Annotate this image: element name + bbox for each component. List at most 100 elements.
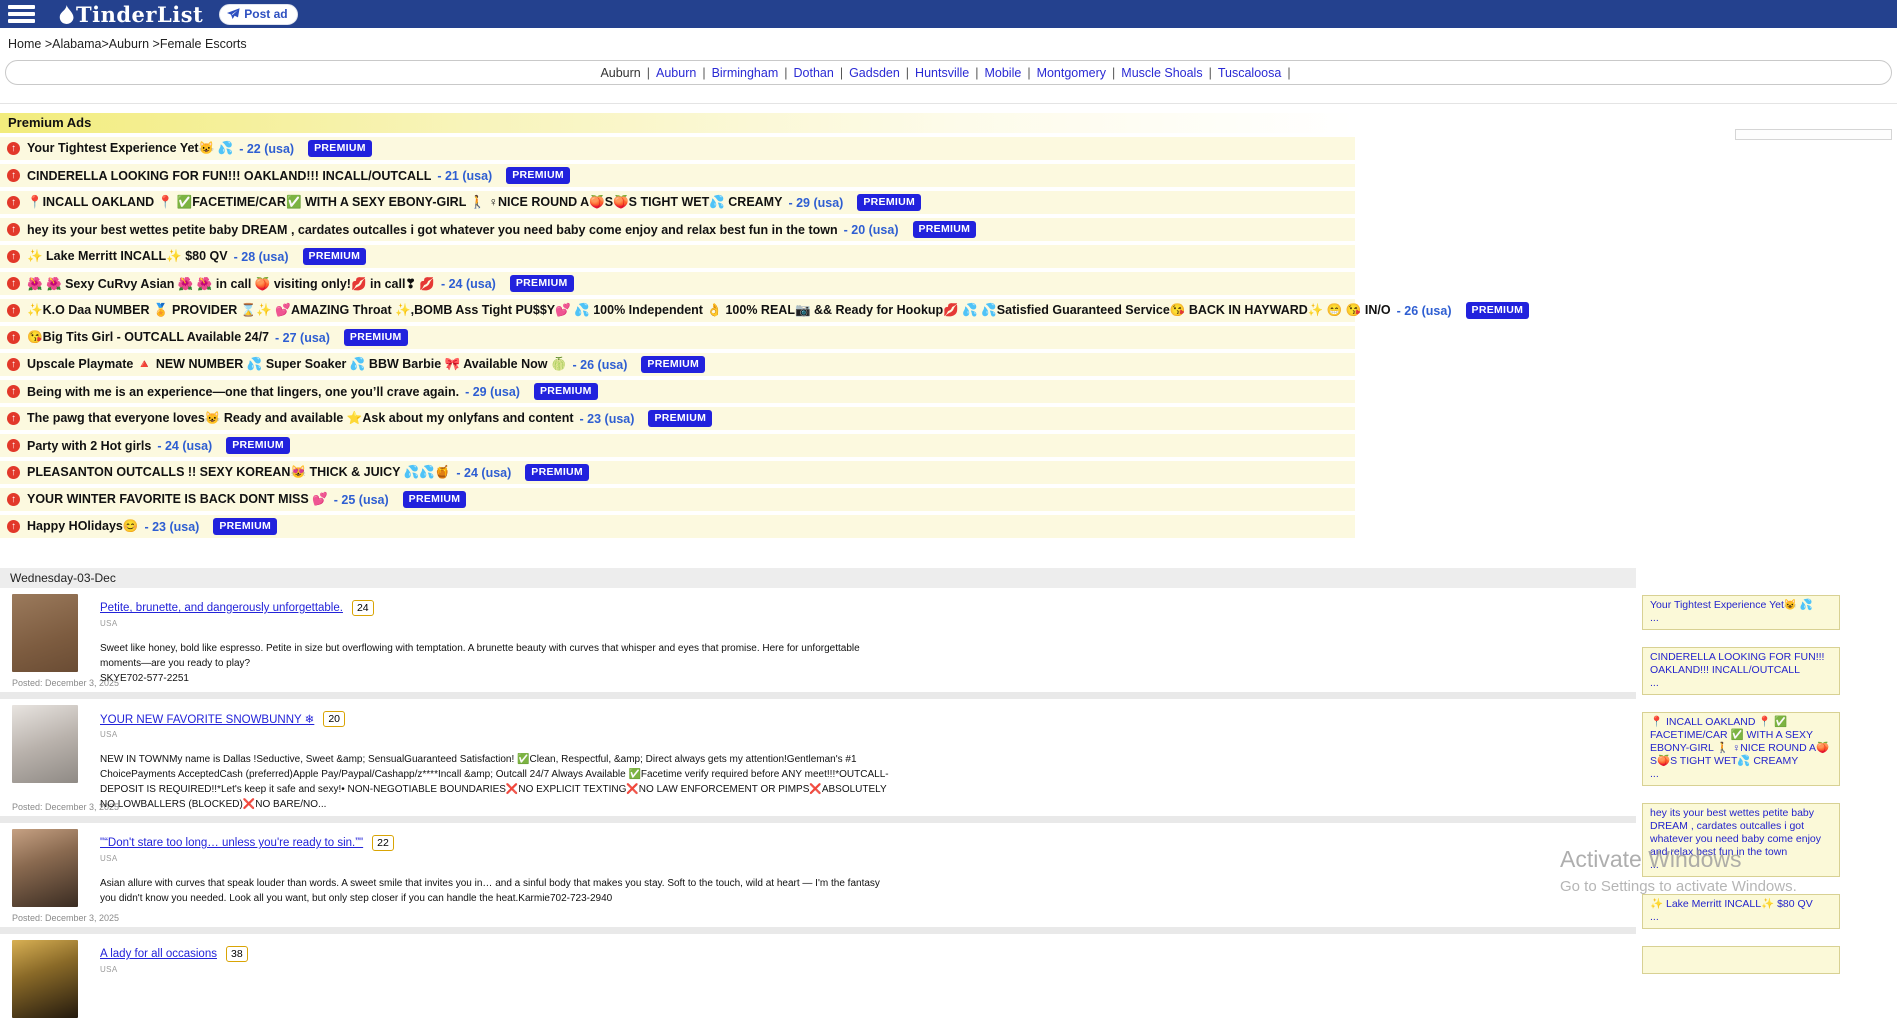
- listing-title-link[interactable]: A lady for all occasions: [100, 948, 217, 960]
- arrow-up-icon: ↑: [7, 277, 20, 290]
- sidebar-ad-box[interactable]: ✨ Lake Merritt INCALL✨ $80 QV ...: [1642, 894, 1840, 929]
- site-logo[interactable]: TinderList: [59, 2, 203, 27]
- listings-section: Posted: December 3, 2025 Petite, brunett…: [0, 588, 1636, 1018]
- premium-ad-row[interactable]: ↑ The pawg that everyone loves😺 Ready an…: [0, 407, 1355, 430]
- arrow-up-icon: ↑: [7, 304, 20, 317]
- city-link-mobile[interactable]: Mobile: [984, 66, 1021, 80]
- sidebar-ad-title: ✨ Lake Merritt INCALL✨ $80 QV: [1650, 898, 1813, 910]
- premium-ad-title: Party with 2 Hot girls: [27, 439, 151, 453]
- premium-ad-row[interactable]: ↑ 📍INCALL OAKLAND 📍 ✅FACETIME/CAR✅ WITH …: [0, 191, 1355, 214]
- premium-badge: PREMIUM: [857, 194, 921, 211]
- premium-ad-title: Happy HOlidays😊: [27, 519, 138, 534]
- listing-phone: SKYE702-577-2251: [100, 671, 895, 686]
- age-badge: 24: [352, 600, 374, 616]
- premium-ad-meta: - 26 (usa): [1397, 304, 1452, 318]
- premium-ad-row[interactable]: ↑ 🌺 🌺 Sexy CuRvy Asian 🌺 🌺 in call 🍑 vis…: [0, 272, 1355, 295]
- listing-title-link[interactable]: "“Don't stare too long… unless you're re…: [100, 837, 363, 849]
- premium-badge: PREMIUM: [403, 491, 467, 508]
- sidebar-ad-box[interactable]: CINDERELLA LOOKING FOR FUN!!! OAKLAND!!!…: [1642, 647, 1840, 695]
- posted-date: Posted: December 3, 2025: [12, 672, 100, 688]
- city-link-huntsville[interactable]: Huntsville: [915, 66, 969, 80]
- premium-badge: PREMIUM: [510, 275, 574, 292]
- premium-ad-meta: - 25 (usa): [334, 493, 389, 507]
- city-link-dothan[interactable]: Dothan: [794, 66, 834, 80]
- city-separator: |: [1209, 66, 1212, 80]
- premium-ad-row[interactable]: ↑ CINDERELLA LOOKING FOR FUN!!! OAKLAND!…: [0, 164, 1355, 187]
- arrow-up-icon: ↑: [7, 385, 20, 398]
- premium-ad-row[interactable]: ↑ Upscale Playmate 🔺 NEW NUMBER 💦 Super …: [0, 353, 1355, 376]
- premium-ad-row[interactable]: ↑ Happy HOlidays😊 - 23 (usa) PREMIUM: [0, 515, 1355, 538]
- city-separator: |: [1287, 66, 1290, 80]
- age-badge: 22: [372, 835, 394, 851]
- listing-title-link[interactable]: Petite, brunette, and dangerously unforg…: [100, 602, 343, 614]
- arrow-up-icon: ↑: [7, 223, 20, 236]
- premium-ad-row[interactable]: ↑ 😘Big Tits Girl - OUTCALL Available 24/…: [0, 326, 1355, 349]
- premium-ad-title: 😘Big Tits Girl - OUTCALL Available 24/7: [27, 330, 269, 345]
- sidebar-ad-box[interactable]: 📍 INCALL OAKLAND 📍 ✅ FACETIME/CAR ✅ WITH…: [1642, 712, 1840, 786]
- listing-row: Posted: December 3, 2025 "“Don't stare t…: [0, 823, 1636, 923]
- listing-separator: [0, 927, 1636, 934]
- listing-photo[interactable]: [12, 705, 78, 783]
- listing-row: Posted: December 3, 2025 Petite, brunett…: [0, 588, 1636, 688]
- premium-ad-title: Being with me is an experience—one that …: [27, 385, 459, 399]
- premium-ad-title: hey its your best wettes petite baby DRE…: [27, 223, 838, 237]
- age-badge: 38: [226, 946, 248, 962]
- sidebar-ad-box[interactable]: Your Tightest Experience Yet😺 💦 ...: [1642, 595, 1840, 630]
- arrow-up-icon: ↑: [7, 412, 20, 425]
- flame-icon: [59, 5, 74, 24]
- premium-ad-row[interactable]: ↑ Being with me is an experience—one tha…: [0, 380, 1355, 403]
- arrow-up-icon: ↑: [7, 169, 20, 182]
- listing-country: USA: [100, 854, 895, 863]
- premium-ad-title: YOUR WINTER FAVORITE IS BACK DONT MISS 💕: [27, 492, 328, 507]
- listing-photo[interactable]: [12, 594, 78, 672]
- premium-ad-row[interactable]: ↑ Party with 2 Hot girls - 24 (usa) PREM…: [0, 434, 1355, 457]
- city-separator: |: [784, 66, 787, 80]
- listing-photo[interactable]: [12, 829, 78, 907]
- city-link-montgomery[interactable]: Montgomery: [1037, 66, 1106, 80]
- sidebar-ad-box[interactable]: [1642, 946, 1840, 974]
- site-logo-text: TinderList: [76, 2, 203, 27]
- city-link-tuscaloosa[interactable]: Tuscaloosa: [1218, 66, 1281, 80]
- city-current: Auburn: [600, 66, 640, 80]
- listing-photo[interactable]: [12, 940, 78, 1018]
- city-link-muscle-shoals[interactable]: Muscle Shoals: [1121, 66, 1202, 80]
- premium-ad-meta: - 29 (usa): [465, 385, 520, 399]
- city-separator: |: [1112, 66, 1115, 80]
- premium-ad-meta: - 29 (usa): [788, 196, 843, 210]
- premium-badge: PREMIUM: [213, 518, 277, 535]
- menu-icon[interactable]: [8, 5, 35, 23]
- city-separator: |: [647, 66, 650, 80]
- arrow-up-icon: ↑: [7, 520, 20, 533]
- sidebar-ad-more: ...: [1650, 612, 1832, 625]
- city-link-birmingham[interactable]: Birmingham: [712, 66, 779, 80]
- listing-country: USA: [100, 965, 248, 974]
- inline-scrollbar-track[interactable]: [1735, 129, 1892, 140]
- premium-ad-meta: - 24 (usa): [456, 466, 511, 480]
- premium-badge: PREMIUM: [344, 329, 408, 346]
- premium-badge: PREMIUM: [226, 437, 290, 454]
- premium-ad-row[interactable]: ↑ PLEASANTON OUTCALLS !! SEXY KOREAN😻 TH…: [0, 461, 1355, 484]
- premium-ad-meta: - 21 (usa): [437, 169, 492, 183]
- premium-ad-title: CINDERELLA LOOKING FOR FUN!!! OAKLAND!!!…: [27, 169, 431, 183]
- premium-ad-meta: - 27 (usa): [275, 331, 330, 345]
- premium-ad-meta: - 26 (usa): [573, 358, 628, 372]
- premium-ad-row[interactable]: ↑ YOUR WINTER FAVORITE IS BACK DONT MISS…: [0, 488, 1355, 511]
- city-separator: |: [975, 66, 978, 80]
- listing-title-link[interactable]: YOUR NEW FAVORITE SNOWBUNNY ❄: [100, 712, 314, 726]
- listing-row: A lady for all occasions 38 USA: [0, 934, 1636, 1018]
- post-ad-button[interactable]: Post ad: [219, 4, 297, 25]
- premium-ad-title: ✨K.O Daa NUMBER 🏅 PROVIDER ⌛✨ 💕AMAZING T…: [27, 303, 1391, 318]
- arrow-up-icon: ↑: [7, 250, 20, 263]
- city-link-auburn[interactable]: Auburn: [656, 66, 696, 80]
- sidebar-ad-more: ...: [1650, 768, 1832, 781]
- premium-ad-row[interactable]: ↑ ✨K.O Daa NUMBER 🏅 PROVIDER ⌛✨ 💕AMAZING…: [0, 299, 1355, 322]
- posted-date: Posted: December 3, 2025: [12, 796, 100, 812]
- city-link-gadsden[interactable]: Gadsden: [849, 66, 900, 80]
- breadcrumb[interactable]: Home >Alabama>Auburn >Female Escorts: [0, 28, 1897, 58]
- premium-ad-row[interactable]: ↑ Your Tightest Experience Yet😺 💦 - 22 (…: [0, 137, 1355, 160]
- premium-ad-row[interactable]: ↑ hey its your best wettes petite baby D…: [0, 218, 1355, 241]
- premium-ad-row[interactable]: ↑ ✨ Lake Merritt INCALL✨ $80 QV - 28 (us…: [0, 245, 1355, 268]
- premium-ad-meta: - 28 (usa): [234, 250, 289, 264]
- activate-windows-watermark-subtext: Go to Settings to activate Windows.: [1560, 878, 1797, 895]
- sidebar-ad-more: ...: [1650, 911, 1832, 924]
